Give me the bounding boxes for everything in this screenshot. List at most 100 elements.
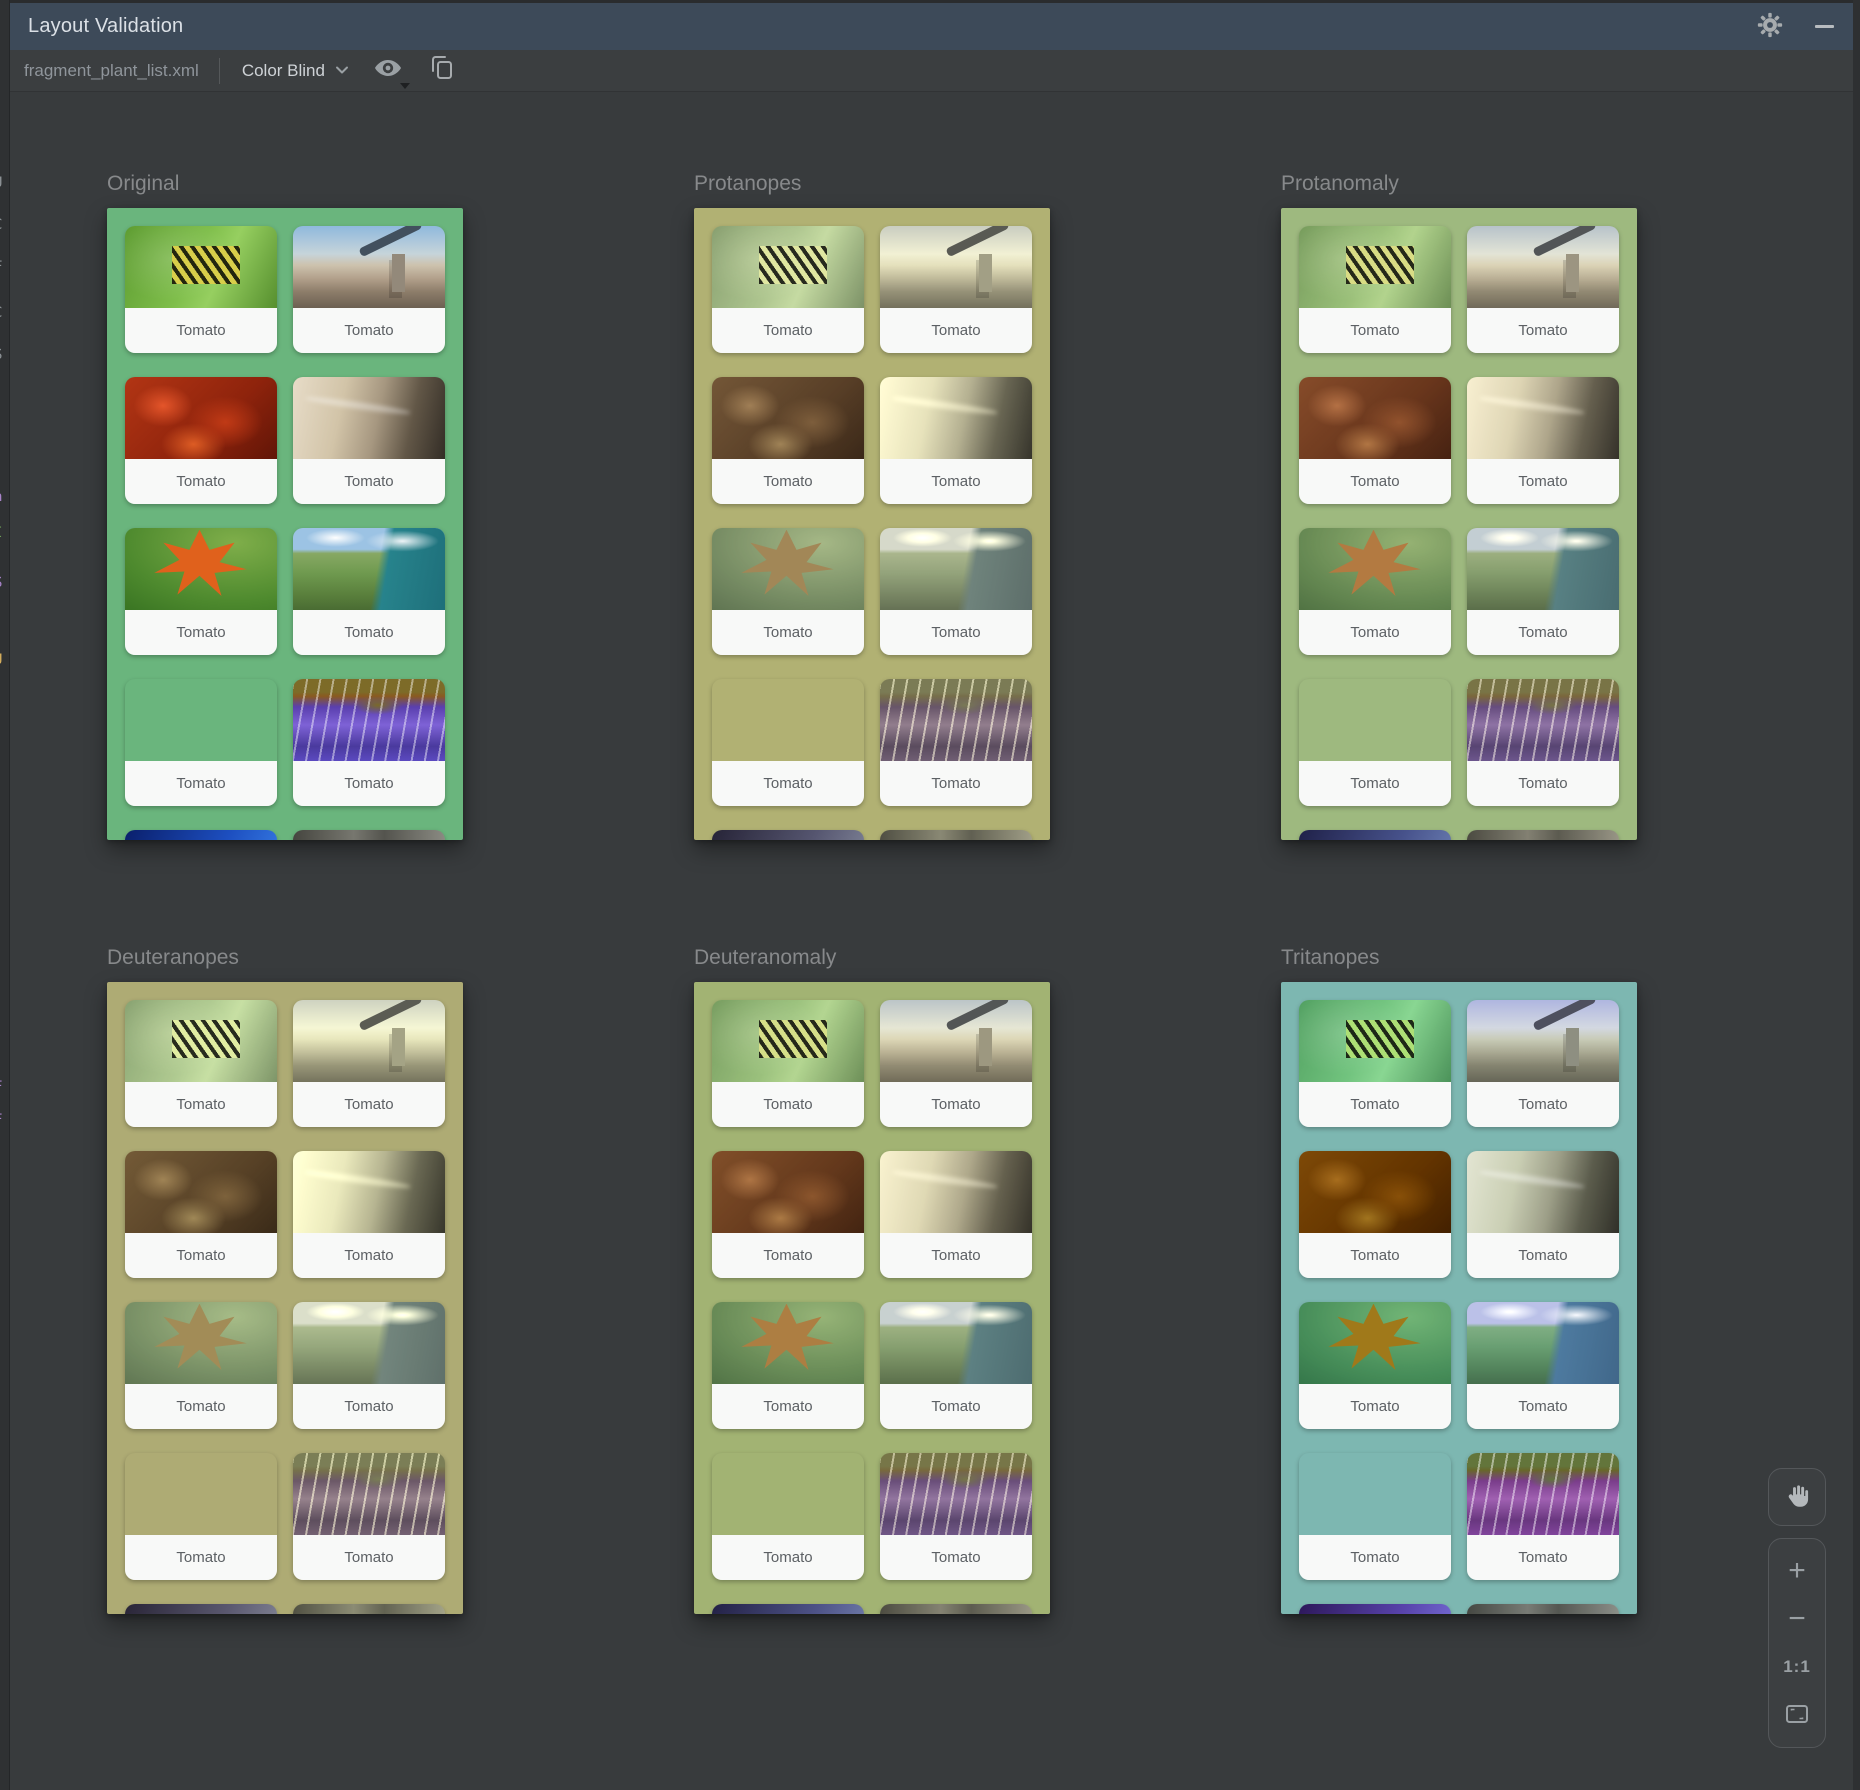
- fit-screen-icon: [1784, 1702, 1810, 1729]
- plant-card: Tomato: [1299, 1151, 1451, 1278]
- caterpillar-image: [1299, 226, 1451, 308]
- panel-title: Protanomaly: [1281, 170, 1637, 198]
- eye-dropdown-caret: [400, 83, 410, 89]
- panel-preview-body: Tomato Tomato Tomato Tomato Tomato Tomat…: [1281, 208, 1637, 840]
- actual-size-button[interactable]: 1:1: [1769, 1643, 1825, 1691]
- editor-text-fragment: I: [0, 526, 10, 540]
- panel-preview-body: Tomato Tomato Tomato Tomato Tomato Tomat…: [694, 982, 1050, 1614]
- plant-card-label: Tomato: [931, 1096, 980, 1113]
- plant-card: Tomato: [125, 1000, 277, 1127]
- pan-button[interactable]: [1768, 1468, 1826, 1526]
- plant-card: Tomato: [1299, 1302, 1451, 1429]
- editor-text-fragment: (: [0, 1280, 10, 1294]
- maple-leaf-image: [1299, 528, 1451, 610]
- copy-layouts-button[interactable]: [429, 54, 455, 87]
- plant-card-label: Tomato: [1350, 1398, 1399, 1415]
- plant-card: Tomato: [880, 1453, 1032, 1580]
- editor-text-fragment: ▌: [0, 783, 10, 797]
- plant-card-label: Tomato: [176, 775, 225, 792]
- plant-card: Tomato: [880, 528, 1032, 655]
- visibility-button[interactable]: [373, 57, 403, 84]
- plant-card-label: Tomato: [176, 473, 225, 490]
- blue-landscape-image: [125, 830, 277, 840]
- editor-text-fragment: S: [0, 576, 10, 590]
- plant-card: Tomato: [125, 226, 277, 353]
- plant-card: Tomato: [1299, 1000, 1451, 1127]
- preview-panel-original: Original Tomato Tomato Tomato Tomato Tom…: [107, 170, 463, 840]
- coastline-image: [880, 1302, 1032, 1384]
- plant-card: Tomato: [1467, 1453, 1619, 1580]
- plant-card: Tomato: [1299, 528, 1451, 655]
- plant-card-label: Tomato: [176, 1398, 225, 1415]
- plant-card-label: Tomato: [344, 322, 393, 339]
- plant-card-label: Tomato: [763, 322, 812, 339]
- telescope-image: [1467, 226, 1619, 308]
- plant-card: Tomato: [1467, 528, 1619, 655]
- wet-branch-image: [880, 377, 1032, 459]
- settings-gear-button[interactable]: [1756, 13, 1784, 41]
- plant-card-label: Tomato: [931, 775, 980, 792]
- plant-card-label: Tomato: [931, 322, 980, 339]
- caterpillar-image: [712, 226, 864, 308]
- wet-branch-image: [880, 1151, 1032, 1233]
- filename-label: fragment_plant_list.xml: [24, 61, 199, 81]
- plant-card-label: Tomato: [344, 775, 393, 792]
- river-rapids-image: [1467, 1453, 1619, 1535]
- plant-card-label: Tomato: [1350, 775, 1399, 792]
- plant-card-label: Tomato: [763, 473, 812, 490]
- panel-title: Original: [107, 170, 463, 198]
- zoom-in-button[interactable]: +: [1769, 1547, 1825, 1595]
- editor-text-fragment: (: [0, 1213, 10, 1227]
- editor-text-fragment: (: [0, 687, 10, 701]
- plant-card-label: Tomato: [763, 775, 812, 792]
- zoom-out-button[interactable]: −: [1769, 1595, 1825, 1643]
- plant-card: Tomato: [125, 1302, 277, 1429]
- farm-aerial-image: [125, 1453, 277, 1535]
- red-maples-image: [1299, 1151, 1451, 1233]
- plant-card-label: Tomato: [344, 1398, 393, 1415]
- minimize-button[interactable]: [1810, 13, 1838, 41]
- fit-screen-button[interactable]: [1769, 1691, 1825, 1739]
- pan-hand-icon: [1783, 1482, 1811, 1513]
- panel-grid: Original Tomato Tomato Tomato Tomato Tom…: [107, 170, 1637, 1614]
- plant-card-label: Tomato: [763, 1096, 812, 1113]
- plant-card-label: Tomato: [1518, 1549, 1567, 1566]
- plant-card: Tomato: [880, 226, 1032, 353]
- river-rapids-image: [1467, 679, 1619, 761]
- editor-text-fragment: (: [0, 1013, 10, 1027]
- plant-card: Tomato: [712, 226, 864, 353]
- plant-card: Tomato: [293, 1453, 445, 1580]
- farm-aerial-image: [712, 679, 864, 761]
- colorblind-mode-dropdown[interactable]: Color Blind: [242, 61, 349, 81]
- blue-landscape-image: [125, 1604, 277, 1614]
- editor-text-fragment: C: [0, 218, 10, 232]
- coastline-image: [1467, 528, 1619, 610]
- plant-card: Tomato: [1467, 226, 1619, 353]
- chevron-down-icon: [335, 62, 349, 80]
- telescope-image: [293, 226, 445, 308]
- plant-card: Tomato: [712, 377, 864, 504]
- editor-text-fragment: (: [0, 715, 10, 729]
- wet-branch-image: [1467, 377, 1619, 459]
- red-maples-image: [125, 1151, 277, 1233]
- telescope-image: [880, 226, 1032, 308]
- editor-text-fragment: F: [0, 1080, 10, 1094]
- preview-panel-tritanopes: Tritanopes Tomato Tomato Tomato Tomato T…: [1281, 944, 1637, 1614]
- gear-icon: [1757, 12, 1783, 41]
- toolbar: fragment_plant_list.xml Color Blind: [10, 50, 1853, 92]
- plant-card: Tomato: [712, 679, 864, 806]
- river-rapids-image: [880, 1453, 1032, 1535]
- farm-aerial-image: [1299, 679, 1451, 761]
- panel-title: Tritanopes: [1281, 944, 1637, 972]
- maple-leaf-image: [712, 1302, 864, 1384]
- editor-text-fragment: U: [0, 176, 10, 190]
- plant-card-label: Tomato: [763, 1247, 812, 1264]
- plant-card-label: Tomato: [931, 1247, 980, 1264]
- copy-icon: [429, 69, 455, 86]
- caterpillar-image: [1299, 1000, 1451, 1082]
- editor-text-fragment: (: [0, 1313, 10, 1327]
- blue-landscape-image: [712, 1604, 864, 1614]
- editor-text-fragment: (: [0, 817, 10, 831]
- caterpillar-image: [125, 226, 277, 308]
- plant-card-label: Tomato: [176, 322, 225, 339]
